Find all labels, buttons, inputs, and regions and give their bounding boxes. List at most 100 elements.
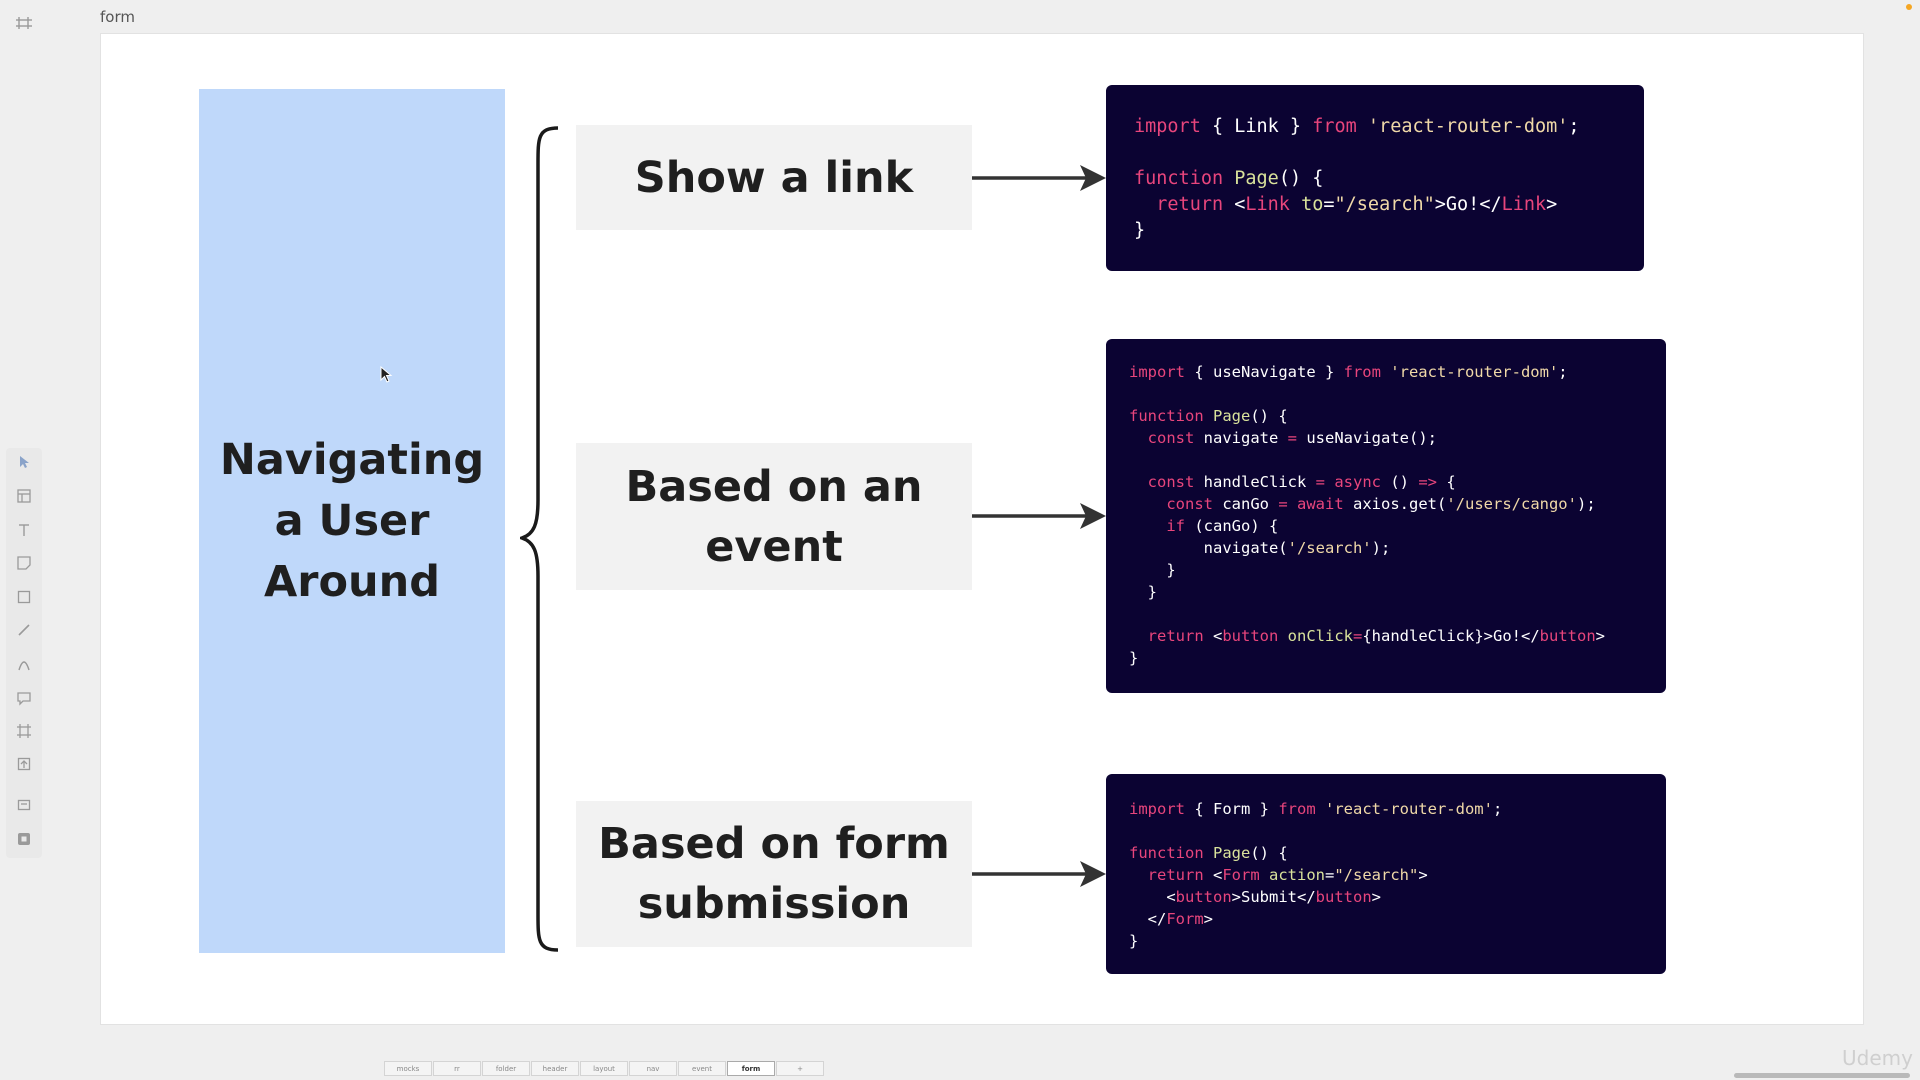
code-token: = bbox=[1278, 495, 1288, 513]
frame-icon[interactable] bbox=[14, 721, 34, 741]
code-token: < bbox=[1129, 888, 1176, 906]
code-token: } bbox=[1129, 932, 1139, 950]
tab-folder[interactable]: folder bbox=[482, 1061, 530, 1076]
rectangle-icon[interactable] bbox=[14, 587, 34, 607]
code-token: = bbox=[1287, 429, 1298, 447]
code-token: import bbox=[1129, 363, 1185, 381]
comment-icon[interactable] bbox=[14, 688, 34, 708]
code-token: button bbox=[1175, 888, 1232, 906]
code-token: = bbox=[1353, 627, 1363, 645]
code-block-event: import { useNavigate } from 'react-route… bbox=[1106, 339, 1666, 693]
curly-brace-icon bbox=[520, 126, 559, 952]
code-token: function bbox=[1129, 844, 1204, 862]
code-token: > bbox=[1203, 910, 1213, 928]
code-token: if bbox=[1166, 517, 1185, 535]
code-token: onClick bbox=[1278, 627, 1353, 645]
arrow-right-icon bbox=[972, 165, 1106, 191]
code-token: import bbox=[1134, 116, 1201, 137]
code-token: Link bbox=[1501, 194, 1547, 215]
tab-layout[interactable]: layout bbox=[580, 1061, 628, 1076]
tab-form[interactable]: form bbox=[727, 1061, 775, 1076]
code-token: from bbox=[1343, 363, 1381, 381]
text-icon[interactable] bbox=[14, 520, 34, 540]
code-token: Page bbox=[1203, 407, 1251, 425]
pen-icon[interactable] bbox=[14, 620, 34, 640]
plugin-icon[interactable] bbox=[14, 829, 34, 849]
code-token: ; bbox=[1558, 363, 1568, 381]
code-token: () { bbox=[1250, 844, 1288, 862]
code-token: = bbox=[1325, 866, 1335, 884]
code-token: => bbox=[1418, 473, 1438, 491]
code-token: > bbox=[1546, 194, 1558, 215]
arrow-right-icon bbox=[972, 861, 1106, 887]
code-token: "/search" bbox=[1334, 194, 1435, 215]
code-token: < bbox=[1203, 627, 1223, 645]
code-token: to bbox=[1289, 194, 1324, 215]
tab-event[interactable]: event bbox=[678, 1061, 726, 1076]
title-panel: Navigating a User Around bbox=[199, 89, 505, 953]
tab-rr[interactable]: rr bbox=[433, 1061, 481, 1076]
code-token: async bbox=[1325, 473, 1382, 491]
embed-icon[interactable] bbox=[14, 795, 34, 815]
layout-icon[interactable] bbox=[14, 486, 34, 506]
code-token: ; bbox=[1568, 116, 1580, 137]
mouse-cursor-icon bbox=[380, 366, 393, 383]
code-token: > bbox=[1418, 866, 1428, 884]
recording-dot-icon bbox=[1906, 4, 1912, 10]
tab-mocks[interactable]: mocks bbox=[384, 1061, 432, 1076]
arrow-right-icon bbox=[972, 503, 1106, 529]
code-token: { Form } bbox=[1185, 800, 1279, 818]
code-token: { useNavigate } bbox=[1185, 363, 1344, 381]
code-token: { Link } bbox=[1200, 116, 1313, 137]
label-based-on-form: Based on form submission bbox=[576, 801, 972, 947]
code-token: navigate bbox=[1194, 429, 1288, 447]
code-token: > bbox=[1595, 627, 1605, 645]
code-token: const bbox=[1147, 473, 1195, 491]
code-token: >Go!</ bbox=[1434, 194, 1502, 215]
code-token: ); bbox=[1371, 539, 1391, 557]
code-token: 'react-router-dom' bbox=[1315, 800, 1493, 818]
sticky-note-icon[interactable] bbox=[14, 553, 34, 573]
main-title-line: Navigating bbox=[219, 434, 485, 485]
tab-header[interactable]: header bbox=[531, 1061, 579, 1076]
code-token: Link bbox=[1245, 194, 1290, 215]
code-token: = bbox=[1323, 194, 1335, 215]
code-token: function bbox=[1129, 407, 1204, 425]
code-token: await bbox=[1287, 495, 1344, 513]
code-token: from bbox=[1312, 116, 1357, 137]
code-token: (canGo) { bbox=[1185, 517, 1279, 535]
pointer-icon[interactable] bbox=[14, 452, 34, 472]
code-block-link: import { Link } from 'react-router-dom';… bbox=[1106, 85, 1644, 271]
code-token: < bbox=[1203, 866, 1223, 884]
upload-icon[interactable] bbox=[14, 754, 34, 774]
code-token: '/search' bbox=[1287, 539, 1372, 557]
main-title-line: Around bbox=[263, 556, 441, 607]
main-title: Navigating a User Around bbox=[212, 430, 492, 613]
code-token: import bbox=[1129, 800, 1185, 818]
code-token: Page bbox=[1223, 168, 1279, 189]
code-token: button bbox=[1539, 627, 1596, 645]
hashtag-menu-icon[interactable] bbox=[14, 12, 34, 34]
path-icon[interactable] bbox=[14, 654, 34, 674]
code-token: ); bbox=[1576, 495, 1596, 513]
main-title-line: a User bbox=[274, 495, 430, 546]
tab-nav[interactable]: nav bbox=[629, 1061, 677, 1076]
code-token: function bbox=[1134, 168, 1224, 189]
code-token: return bbox=[1156, 194, 1224, 215]
code-token: 'react-router-dom' bbox=[1380, 363, 1559, 381]
code-token: Form bbox=[1222, 866, 1260, 884]
udemy-watermark: Udemy bbox=[1842, 1046, 1913, 1070]
code-token: </ bbox=[1129, 910, 1167, 928]
horizontal-scrollbar[interactable] bbox=[1734, 1073, 1910, 1078]
code-token: "/search" bbox=[1334, 866, 1419, 884]
frame-title: form bbox=[100, 8, 135, 26]
code-token: () bbox=[1381, 473, 1419, 491]
code-token: navigate( bbox=[1129, 539, 1288, 557]
code-token: = bbox=[1315, 473, 1326, 491]
code-token: const bbox=[1166, 495, 1213, 513]
label-based-on-event: Based on an event bbox=[576, 443, 972, 590]
tab-add[interactable]: + bbox=[776, 1061, 824, 1076]
code-token: } bbox=[1129, 583, 1157, 601]
